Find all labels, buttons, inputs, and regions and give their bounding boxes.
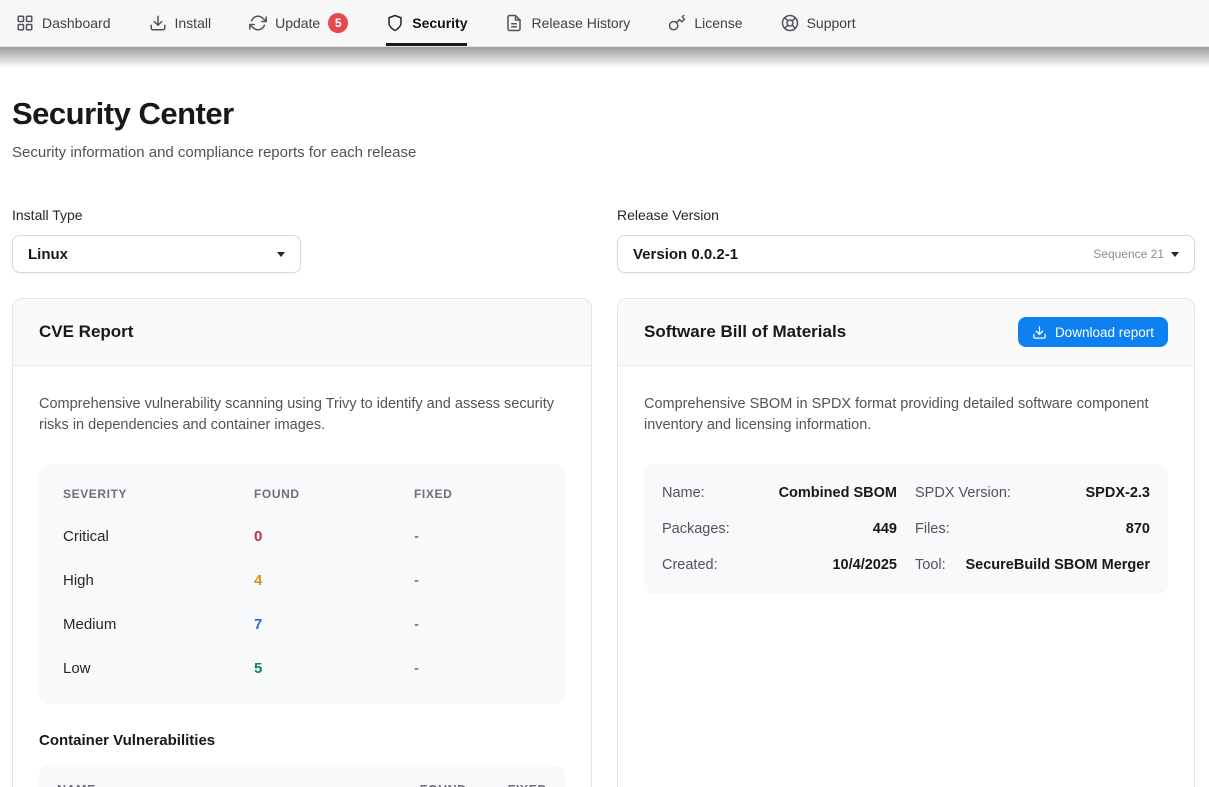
nav-label: Update [275, 15, 320, 31]
cve-card-title: CVE Report [39, 322, 133, 342]
support-icon [781, 14, 799, 32]
container-vulnerabilities-table-header: NAME FOUND FIXED [39, 765, 565, 787]
severity-table-header: SEVERITY FOUND FIXED [63, 474, 541, 514]
info-value: SPDX-2.3 [1086, 485, 1150, 501]
nav-label: License [694, 15, 742, 31]
cve-report-card: CVE Report Comprehensive vulnerability s… [12, 298, 592, 787]
sbom-card: Software Bill of Materials Download repo… [617, 298, 1195, 787]
col-name: NAME [57, 783, 420, 787]
download-report-label: Download report [1055, 325, 1154, 340]
nav-item-install[interactable]: Install [149, 0, 212, 46]
found-value: 4 [254, 572, 414, 589]
info-label: SPDX Version: [915, 485, 1011, 501]
col-fixed: FIXED [414, 487, 541, 501]
info-value: 449 [873, 521, 897, 537]
nav-label: Dashboard [42, 15, 111, 31]
page-subtitle: Security information and compliance repo… [12, 144, 1197, 161]
cve-card-body: Comprehensive vulnerability scanning usi… [13, 366, 591, 787]
install-type-label: Install Type [12, 207, 592, 223]
sbom-card-title: Software Bill of Materials [644, 322, 846, 342]
license-icon [668, 14, 686, 32]
security-icon [386, 14, 404, 32]
severity-label: High [63, 572, 254, 589]
sbom-card-header: Software Bill of Materials Download repo… [618, 299, 1194, 366]
severity-row-critical: Critical 0 - [63, 514, 541, 558]
nav-item-security[interactable]: Security [386, 0, 467, 46]
release-version-select[interactable]: Version 0.0.2-1 Sequence 21 [617, 235, 1195, 273]
severity-row-medium: Medium 7 - [63, 602, 541, 646]
cards-row: CVE Report Comprehensive vulnerability s… [12, 298, 1197, 787]
dashboard-icon [16, 14, 34, 32]
fixed-value: - [414, 528, 541, 545]
sbom-info-packages: Packages: 449 [662, 511, 897, 547]
severity-row-high: High 4 - [63, 558, 541, 602]
chevron-down-icon [1171, 252, 1179, 257]
col-severity: SEVERITY [63, 487, 254, 501]
info-label: Files: [915, 521, 950, 537]
release-history-icon [505, 14, 523, 32]
chevron-down-icon [277, 252, 285, 257]
info-value: Combined SBOM [779, 485, 897, 501]
install-icon [149, 14, 167, 32]
sequence-label: Sequence 21 [1093, 247, 1164, 261]
severity-table: SEVERITY FOUND FIXED Critical 0 - High 4… [39, 464, 565, 704]
info-label: Name: [662, 485, 705, 501]
filters-row: Install Type Linux Release Version Versi… [12, 207, 1197, 273]
cve-card-header: CVE Report [13, 299, 591, 366]
info-value: 10/4/2025 [832, 557, 897, 573]
release-version-field: Release Version Version 0.0.2-1 Sequence… [617, 207, 1195, 273]
nav-label: Release History [531, 15, 630, 31]
nav-item-dashboard[interactable]: Dashboard [16, 0, 111, 46]
found-value: 5 [254, 660, 414, 677]
sbom-info-created: Created: 10/4/2025 [662, 547, 897, 583]
fixed-value: - [414, 660, 541, 677]
col-found: FOUND [254, 487, 414, 501]
sbom-info-grid: Name: Combined SBOM SPDX Version: SPDX-2… [644, 464, 1168, 594]
install-type-value: Linux [28, 246, 68, 263]
nav-item-license[interactable]: License [668, 0, 742, 46]
fixed-value: - [414, 616, 541, 633]
nav-item-release-history[interactable]: Release History [505, 0, 630, 46]
sbom-info-spdx-version: SPDX Version: SPDX-2.3 [915, 475, 1150, 511]
top-nav: Dashboard Install Update 5 Security Rele… [0, 0, 1209, 47]
info-value: SecureBuild SBOM Merger [965, 557, 1150, 573]
sbom-info-files: Files: 870 [915, 511, 1150, 547]
update-count-badge: 5 [328, 13, 348, 33]
severity-label: Critical [63, 528, 254, 545]
found-value: 7 [254, 616, 414, 633]
fixed-value: - [414, 572, 541, 589]
info-label: Created: [662, 557, 718, 573]
install-type-select[interactable]: Linux [12, 235, 301, 273]
info-label: Tool: [915, 557, 946, 573]
release-version-label: Release Version [617, 207, 1195, 223]
info-label: Packages: [662, 521, 730, 537]
page-title: Security Center [12, 96, 1197, 132]
container-vulnerabilities-title: Container Vulnerabilities [39, 732, 565, 749]
release-version-value: Version 0.0.2-1 [633, 246, 738, 263]
download-icon [1032, 325, 1047, 340]
col-fixed: FIXED [508, 783, 547, 787]
nav-item-update[interactable]: Update 5 [249, 0, 348, 46]
sbom-card-body: Comprehensive SBOM in SPDX format provid… [618, 366, 1194, 622]
update-icon [249, 14, 267, 32]
nav-shadow-band [0, 47, 1209, 68]
sbom-description: Comprehensive SBOM in SPDX format provid… [644, 394, 1168, 436]
download-report-button[interactable]: Download report [1018, 317, 1168, 347]
severity-label: Low [63, 660, 254, 677]
severity-label: Medium [63, 616, 254, 633]
install-type-field: Install Type Linux [12, 207, 592, 273]
nav-label: Install [175, 15, 212, 31]
sbom-info-name: Name: Combined SBOM [662, 475, 897, 511]
info-value: 870 [1126, 521, 1150, 537]
severity-row-low: Low 5 - [63, 646, 541, 690]
nav-label: Security [412, 15, 467, 31]
col-found: FOUND [420, 783, 467, 787]
cve-description: Comprehensive vulnerability scanning usi… [39, 394, 565, 436]
found-value: 0 [254, 528, 414, 545]
sbom-info-tool: Tool: SecureBuild SBOM Merger [915, 547, 1150, 583]
nav-item-support[interactable]: Support [781, 0, 856, 46]
nav-label: Support [807, 15, 856, 31]
